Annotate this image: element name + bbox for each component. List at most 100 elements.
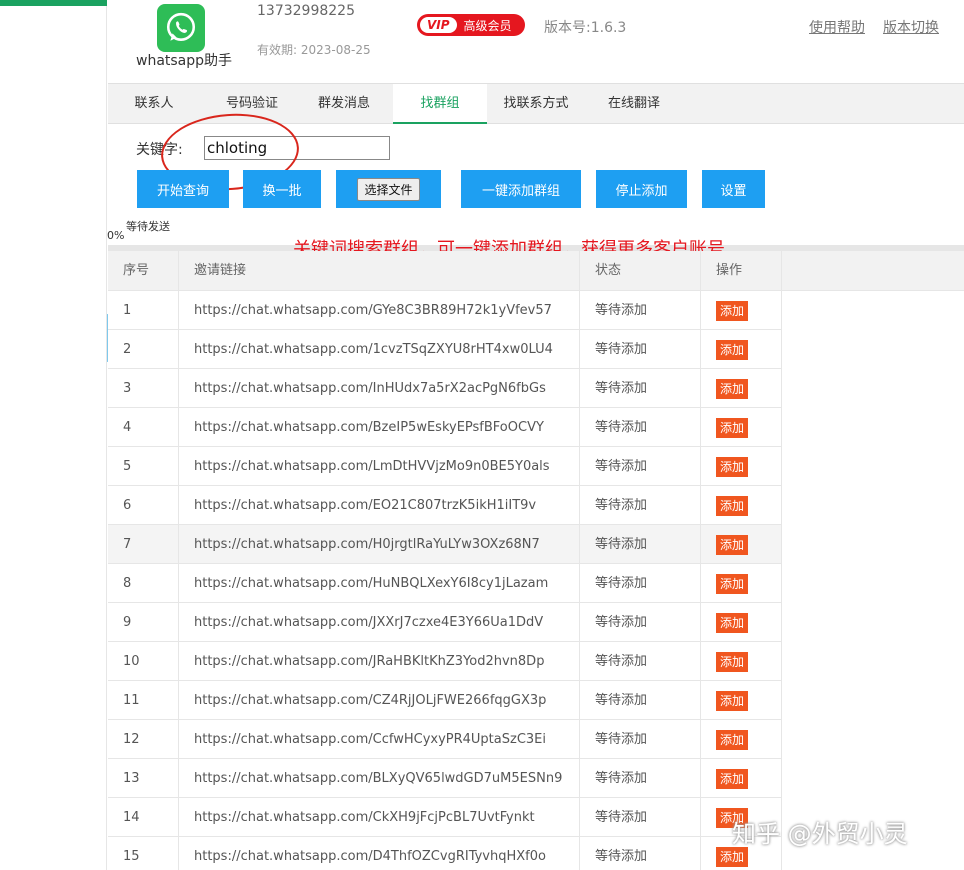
table-row: 5 https://chat.whatsapp.com/LmDtHVVjzMo9n… [108, 447, 782, 486]
table-row: 7 https://chat.whatsapp.com/H0jrgtlRaYuLY… [108, 525, 782, 564]
add-group-button[interactable]: 添加 [716, 769, 749, 789]
row-number: 3 [108, 369, 179, 407]
tab-online-translate[interactable]: 在线翻译 [598, 84, 670, 124]
add-group-button[interactable]: 添加 [716, 613, 749, 633]
row-status: 等待添加 [580, 447, 701, 485]
settings-button[interactable]: 设置 [702, 170, 765, 208]
table-row: 12 https://chat.whatsapp.com/CcfwHCyxyPR4… [108, 720, 782, 759]
stop-add-button[interactable]: 停止添加 [596, 170, 687, 208]
row-status: 等待添加 [580, 798, 701, 836]
row-status: 等待添加 [580, 759, 701, 797]
account-phone: 13732998225 [257, 3, 355, 19]
choose-file-button[interactable]: 选择文件 [336, 170, 441, 208]
table-row: 13 https://chat.whatsapp.com/BLXyQV65lwdG… [108, 759, 782, 798]
row-status: 等待添加 [580, 720, 701, 758]
vip-label: 高级会员 [463, 18, 512, 33]
table-row: 10 https://chat.whatsapp.com/JRaHBKltKhZ3… [108, 642, 782, 681]
table-row: 3 https://chat.whatsapp.com/InHUdx7a5rX2a… [108, 369, 782, 408]
tab-contacts[interactable]: 联系人 [122, 84, 186, 124]
col-header-link: 邀请链接 [179, 251, 580, 290]
row-status: 等待添加 [580, 330, 701, 368]
invite-link: https://chat.whatsapp.com/LmDtHVVjzMo9n0… [179, 447, 580, 485]
add-group-button[interactable]: 添加 [716, 574, 749, 594]
row-number: 7 [108, 525, 179, 563]
row-number: 8 [108, 564, 179, 602]
row-number: 14 [108, 798, 179, 836]
add-group-button[interactable]: 添加 [716, 340, 749, 360]
row-number: 10 [108, 642, 179, 680]
row-action-cell: 添加 [701, 642, 782, 680]
invite-link: https://chat.whatsapp.com/BzeIP5wEskyEPs… [179, 408, 580, 446]
invite-link: https://chat.whatsapp.com/HuNBQLXexY6I8c… [179, 564, 580, 602]
row-action-cell: 添加 [701, 291, 782, 329]
main-nav: 联系人 号码验证 群发消息 找群组 找联系方式 在线翻译 [108, 84, 964, 124]
keyword-input[interactable] [204, 136, 390, 160]
whatsapp-logo-icon [157, 4, 205, 52]
left-sidebar [0, 0, 107, 870]
row-status: 等待添加 [580, 408, 701, 446]
help-link[interactable]: 使用帮助 [809, 17, 865, 37]
refresh-batch-button[interactable]: 换一批 [243, 170, 321, 208]
add-all-groups-button[interactable]: 一键添加群组 [461, 170, 581, 208]
col-header-status: 状态 [580, 251, 701, 290]
vip-tag: VIP [420, 17, 457, 33]
invite-link: https://chat.whatsapp.com/D4ThfOZCvgRITy… [179, 837, 580, 870]
choose-file-label: 选择文件 [357, 177, 420, 201]
row-action-cell: 添加 [701, 603, 782, 641]
add-group-button[interactable]: 添加 [716, 379, 749, 399]
row-status: 等待添加 [580, 642, 701, 680]
table-row: 2 https://chat.whatsapp.com/1cvzTSqZXYU8r… [108, 330, 782, 369]
invite-link: https://chat.whatsapp.com/JRaHBKltKhZ3Yo… [179, 642, 580, 680]
start-search-button[interactable]: 开始查询 [137, 170, 229, 208]
row-number: 9 [108, 603, 179, 641]
add-group-button[interactable]: 添加 [716, 457, 749, 477]
invite-link: https://chat.whatsapp.com/GYe8C3BR89H72k… [179, 291, 580, 329]
add-group-button[interactable]: 添加 [716, 535, 749, 555]
add-group-button[interactable]: 添加 [716, 652, 749, 672]
table-body: 1 https://chat.whatsapp.com/GYe8C3BR89H72… [108, 291, 782, 870]
row-number: 1 [108, 291, 179, 329]
row-status: 等待添加 [580, 486, 701, 524]
add-group-button[interactable]: 添加 [716, 691, 749, 711]
add-group-button[interactable]: 添加 [716, 496, 749, 516]
col-header-no: 序号 [108, 251, 179, 290]
row-number: 4 [108, 408, 179, 446]
table-row: 8 https://chat.whatsapp.com/HuNBQLXexY6I8… [108, 564, 782, 603]
row-number: 11 [108, 681, 179, 719]
table-row: 9 https://chat.whatsapp.com/JXXrJ7czxe4E3… [108, 603, 782, 642]
version-switch-link[interactable]: 版本切换 [883, 17, 939, 37]
row-status: 等待添加 [580, 291, 701, 329]
row-number: 13 [108, 759, 179, 797]
tab-bulk-message[interactable]: 群发消息 [304, 84, 384, 124]
invite-link: https://chat.whatsapp.com/InHUdx7a5rX2ac… [179, 369, 580, 407]
vip-badge: VIP 高级会员 [417, 14, 525, 36]
table-row: 4 https://chat.whatsapp.com/BzeIP5wEskyEP… [108, 408, 782, 447]
add-group-button[interactable]: 添加 [716, 730, 749, 750]
tab-find-contacts[interactable]: 找联系方式 [494, 84, 578, 124]
table-row: 6 https://chat.whatsapp.com/EO21C807trzK5… [108, 486, 782, 525]
tab-number-verify[interactable]: 号码验证 [212, 84, 292, 124]
row-action-cell: 添加 [701, 408, 782, 446]
table-row: 11 https://chat.whatsapp.com/CZ4RjJOLjFWE… [108, 681, 782, 720]
row-action-cell: 添加 [701, 720, 782, 758]
invite-link: https://chat.whatsapp.com/EO21C807trzK5i… [179, 486, 580, 524]
invite-link: https://chat.whatsapp.com/H0jrgtlRaYuLYw… [179, 525, 580, 563]
invite-link: https://chat.whatsapp.com/CcfwHCyxyPR4Up… [179, 720, 580, 758]
table-row: 1 https://chat.whatsapp.com/GYe8C3BR89H72… [108, 291, 782, 330]
row-action-cell: 添加 [701, 447, 782, 485]
add-group-button[interactable]: 添加 [716, 418, 749, 438]
tab-find-groups[interactable]: 找群组 [393, 84, 487, 124]
invite-link: https://chat.whatsapp.com/1cvzTSqZXYU8rH… [179, 330, 580, 368]
add-group-button[interactable]: 添加 [716, 301, 749, 321]
row-status: 等待添加 [580, 603, 701, 641]
table-row: 15 https://chat.whatsapp.com/D4ThfOZCvgRI… [108, 837, 782, 870]
row-status: 等待添加 [580, 564, 701, 602]
row-number: 5 [108, 447, 179, 485]
groups-table: 序号 邀请链接 状态 操作 1 https://chat.whatsapp.com… [108, 251, 782, 870]
col-header-action: 操作 [701, 251, 782, 290]
table-row: 14 https://chat.whatsapp.com/CkXH9jFcjPcB… [108, 798, 782, 837]
keyword-label: 关键字: [136, 142, 183, 158]
add-group-button[interactable]: 添加 [716, 847, 749, 867]
row-action-cell: 添加 [701, 525, 782, 563]
row-action-cell: 添加 [701, 759, 782, 797]
